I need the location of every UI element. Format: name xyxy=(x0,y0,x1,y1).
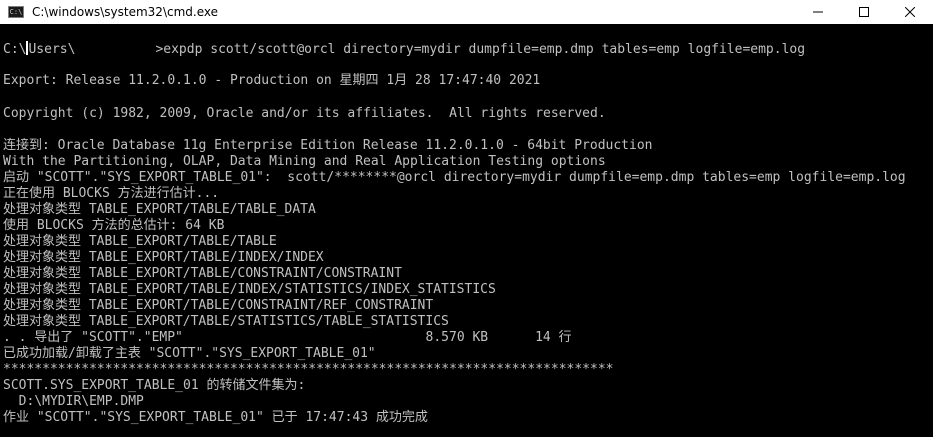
console-line: . . 导出了 "SCOTT"."EMP" 8.570 KB 14 行 xyxy=(3,330,572,345)
console-line: Export: Release 11.2.0.1.0 - Production … xyxy=(3,73,541,88)
console-line: 处理对象类型 TABLE_EXPORT/TABLE/CONSTRAINT/REF… xyxy=(3,298,434,313)
close-icon xyxy=(905,7,915,17)
console-line: SCOTT.SYS_EXPORT_TABLE_01 的转储文件集为: xyxy=(3,378,306,393)
console-line: 处理对象类型 TABLE_EXPORT/TABLE/TABLE_DATA xyxy=(3,202,316,217)
window-title: C:\windows\system32\cmd.exe xyxy=(32,5,218,19)
console-line: 启动 "SCOTT"."SYS_EXPORT_TABLE_01": scott/… xyxy=(3,170,906,185)
console-line: 处理对象类型 TABLE_EXPORT/TABLE/CONSTRAINT/CON… xyxy=(3,266,402,281)
console-line: 正在使用 BLOCKS 方法进行估计... xyxy=(3,186,220,201)
console-line: 处理对象类型 TABLE_EXPORT/TABLE/STATISTICS/TAB… xyxy=(3,314,449,329)
close-button[interactable] xyxy=(887,0,933,24)
console-output[interactable]: C:\ Users\ >expdp scott/scott@orcl directo… xyxy=(0,24,933,437)
console-line: 已成功加载/卸载了主表 "SCOTT"."SYS_EXPORT_TABLE_01… xyxy=(3,346,376,361)
console-line: D:\MYDIR\EMP.DMP xyxy=(3,394,144,409)
console-line: 处理对象类型 TABLE_EXPORT/TABLE/INDEX/INDEX xyxy=(3,250,324,265)
separator-line: ****************************************… xyxy=(3,362,614,377)
console-line: 处理对象类型 TABLE_EXPORT/TABLE/TABLE xyxy=(3,234,277,249)
console-line: 作业 "SCOTT"."SYS_EXPORT_TABLE_01" 已于 17:4… xyxy=(3,410,428,425)
cmd-icon: C:\ xyxy=(8,6,24,18)
minimize-icon xyxy=(813,11,823,13)
cmd-window: C:\ C:\windows\system32\cmd.exe C:\ Users… xyxy=(0,0,933,437)
console-line: 使用 BLOCKS 方法的总估计: 64 KB xyxy=(3,218,225,233)
console-line: 处理对象类型 TABLE_EXPORT/TABLE/INDEX/STATISTI… xyxy=(3,282,496,297)
window-controls xyxy=(795,0,933,24)
title-bar[interactable]: C:\ C:\windows\system32\cmd.exe xyxy=(0,0,933,24)
prompt-drive: C:\ xyxy=(3,42,27,57)
console-line: With the Partitioning, OLAP, Data Mining… xyxy=(3,154,606,169)
maximize-button[interactable] xyxy=(841,0,887,24)
console-line: 连接到: Oracle Database 11g Enterprise Edit… xyxy=(3,138,653,153)
prompt-user-path: Users\ xyxy=(28,42,76,57)
maximize-icon xyxy=(859,7,869,17)
console-line: Copyright (c) 1982, 2009, Oracle and/or … xyxy=(3,106,606,121)
redacted-username xyxy=(76,41,155,55)
command-line: C:\ Users\ >expdp scott/scott@orcl directo… xyxy=(3,41,805,58)
minimize-button[interactable] xyxy=(795,0,841,24)
prompt-command: >expdp scott/scott@orcl directory=mydir … xyxy=(155,42,806,57)
